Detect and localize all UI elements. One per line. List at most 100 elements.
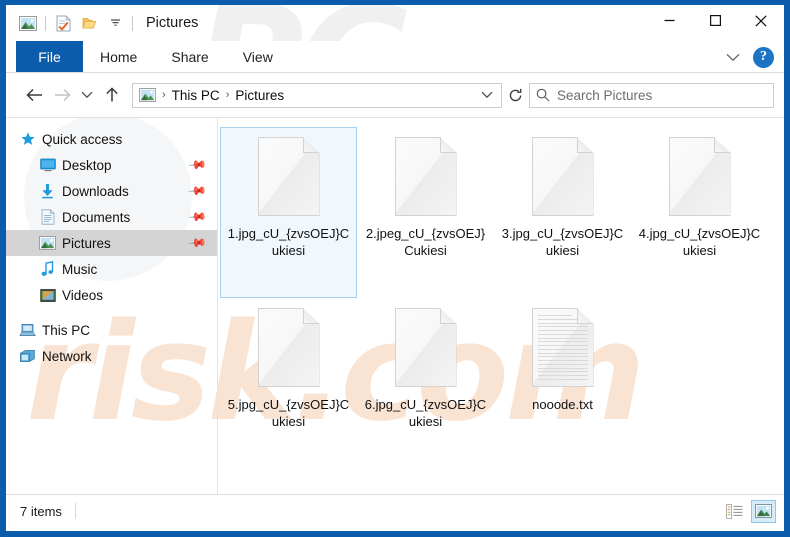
- search-placeholder: Search Pictures: [557, 87, 653, 103]
- pin-icon[interactable]: 📌: [187, 181, 207, 201]
- picture-icon: [39, 235, 56, 252]
- properties-icon[interactable]: [50, 11, 76, 35]
- breadcrumb-dropdown-icon[interactable]: [481, 88, 497, 102]
- sidebar-item-label: Network: [42, 348, 92, 364]
- breadcrumb-this-pc[interactable]: This PC: [169, 88, 223, 103]
- text-file-icon: [531, 308, 594, 387]
- pin-icon[interactable]: 📌: [187, 207, 207, 227]
- back-button[interactable]: [20, 81, 48, 109]
- navigation-pane: Quick access Desktop 📌 Downloads 📌 Docum…: [6, 118, 217, 494]
- sidebar-item-label: This PC: [42, 322, 91, 338]
- window-client-area: PC risk.com: [6, 5, 784, 531]
- file-name: nooode.txt: [532, 397, 593, 412]
- desktop-icon: [39, 157, 56, 174]
- sidebar-item-videos[interactable]: Videos: [6, 282, 217, 308]
- window-title: Pictures: [146, 15, 199, 31]
- file-name: 1.jpg_cU_{zvsOEJ}Cukiesi: [227, 226, 350, 258]
- file-name: 5.jpg_cU_{zvsOEJ}Cukiesi: [227, 397, 350, 429]
- quick-access-toolbar: Pictures: [6, 11, 198, 35]
- sidebar-item-label: Desktop: [62, 157, 112, 173]
- customize-chevron-icon[interactable]: [102, 11, 128, 35]
- search-icon: [536, 88, 550, 102]
- documents-icon: [39, 209, 56, 226]
- ribbon-tab-bar: File Home Share View ?: [6, 41, 784, 73]
- sidebar-item-this-pc[interactable]: This PC: [6, 317, 217, 343]
- up-button[interactable]: [98, 81, 126, 109]
- picture-icon[interactable]: [15, 11, 41, 35]
- breadcrumb[interactable]: › This PC › Pictures: [132, 82, 502, 108]
- sidebar-item-label: Pictures: [62, 235, 111, 251]
- sidebar-item-quick-access[interactable]: Quick access: [6, 126, 217, 152]
- blank-file-icon: [257, 137, 320, 216]
- minimize-button[interactable]: [646, 5, 692, 36]
- file-item[interactable]: 5.jpg_cU_{zvsOEJ}Cukiesi: [220, 298, 357, 469]
- sidebar-item-network[interactable]: Network: [6, 343, 217, 369]
- breadcrumb-pictures[interactable]: Pictures: [232, 88, 287, 103]
- blank-file-icon: [257, 308, 320, 387]
- file-item[interactable]: 6.jpg_cU_{zvsOEJ}Cukiesi: [357, 298, 494, 469]
- sidebar-item-desktop[interactable]: Desktop 📌: [6, 152, 217, 178]
- video-icon: [39, 287, 56, 304]
- pin-icon[interactable]: 📌: [187, 233, 207, 253]
- blank-file-icon: [394, 308, 457, 387]
- tab-view[interactable]: View: [226, 41, 290, 72]
- file-item[interactable]: 2.jpeg_cU_{zvsOEJ}Cukiesi: [357, 127, 494, 298]
- help-button[interactable]: ?: [753, 46, 774, 68]
- music-icon: [39, 261, 56, 278]
- sidebar-item-downloads[interactable]: Downloads 📌: [6, 178, 217, 204]
- file-item[interactable]: 4.jpg_cU_{zvsOEJ}Cukiesi: [631, 127, 768, 298]
- refresh-button[interactable]: [502, 83, 528, 108]
- view-toggle-group: [722, 499, 776, 523]
- blank-file-icon: [668, 137, 731, 216]
- blank-file-icon: [531, 137, 594, 216]
- file-item[interactable]: 3.jpg_cU_{zvsOEJ}Cukiesi: [494, 127, 631, 298]
- close-button[interactable]: [738, 5, 784, 36]
- tab-file[interactable]: File: [16, 41, 83, 72]
- file-item[interactable]: nooode.txt: [494, 298, 631, 469]
- file-name: 6.jpg_cU_{zvsOEJ}Cukiesi: [364, 397, 487, 429]
- breadcrumb-picture-icon: [139, 88, 156, 102]
- details-view-button[interactable]: [722, 500, 747, 523]
- sidebar-item-pictures[interactable]: Pictures 📌: [6, 230, 217, 256]
- file-name: 2.jpeg_cU_{zvsOEJ}Cukiesi: [365, 226, 486, 258]
- window-controls: [646, 5, 784, 36]
- explorer-body: Quick access Desktop 📌 Downloads 📌 Docum…: [6, 117, 784, 494]
- sidebar-item-label: Quick access: [42, 131, 123, 147]
- sidebar-item-label: Music: [62, 261, 98, 277]
- file-item[interactable]: 1.jpg_cU_{zvsOEJ}Cukiesi: [220, 127, 357, 298]
- sidebar-item-documents[interactable]: Documents 📌: [6, 204, 217, 230]
- sidebar-item-label: Videos: [62, 287, 104, 303]
- network-icon: [19, 348, 36, 365]
- breadcrumb-separator: ›: [225, 89, 230, 101]
- sidebar-item-music[interactable]: Music: [6, 256, 217, 282]
- tab-home[interactable]: Home: [83, 41, 154, 72]
- maximize-button[interactable]: [692, 5, 738, 36]
- file-name: 4.jpg_cU_{zvsOEJ}Cukiesi: [638, 226, 761, 258]
- forward-button: [48, 81, 76, 109]
- recent-locations-button[interactable]: [76, 81, 98, 109]
- title-bar: Pictures: [6, 5, 784, 41]
- toolbar-divider: [45, 15, 46, 31]
- title-divider: [132, 15, 133, 31]
- large-icons-view-button[interactable]: [751, 499, 776, 523]
- status-divider: [74, 503, 76, 519]
- sidebar-item-label: Downloads: [62, 183, 129, 199]
- address-bar: › This PC › Pictures Search Pictures: [6, 73, 784, 117]
- file-grid: 1.jpg_cU_{zvsOEJ}Cukiesi 2.jpeg_cU_{zvsO…: [218, 127, 784, 469]
- computer-icon: [19, 322, 36, 339]
- sidebar-item-label: Documents: [62, 209, 131, 225]
- star-icon: [19, 131, 36, 148]
- explorer-window: PC risk.com: [0, 0, 790, 537]
- file-list-pane[interactable]: 1.jpg_cU_{zvsOEJ}Cukiesi 2.jpeg_cU_{zvsO…: [217, 118, 784, 494]
- pin-icon[interactable]: 📌: [187, 155, 207, 175]
- breadcrumb-separator: ›: [162, 89, 166, 101]
- search-input[interactable]: Search Pictures: [529, 82, 774, 108]
- chevron-down-icon[interactable]: [719, 43, 747, 71]
- blank-file-icon: [394, 137, 457, 216]
- item-count: 7 items: [20, 503, 62, 519]
- file-name: 3.jpg_cU_{zvsOEJ}Cukiesi: [501, 226, 624, 258]
- ribbon-right-controls: ?: [719, 41, 780, 73]
- new-folder-icon[interactable]: [76, 11, 102, 35]
- tab-share[interactable]: Share: [154, 41, 225, 72]
